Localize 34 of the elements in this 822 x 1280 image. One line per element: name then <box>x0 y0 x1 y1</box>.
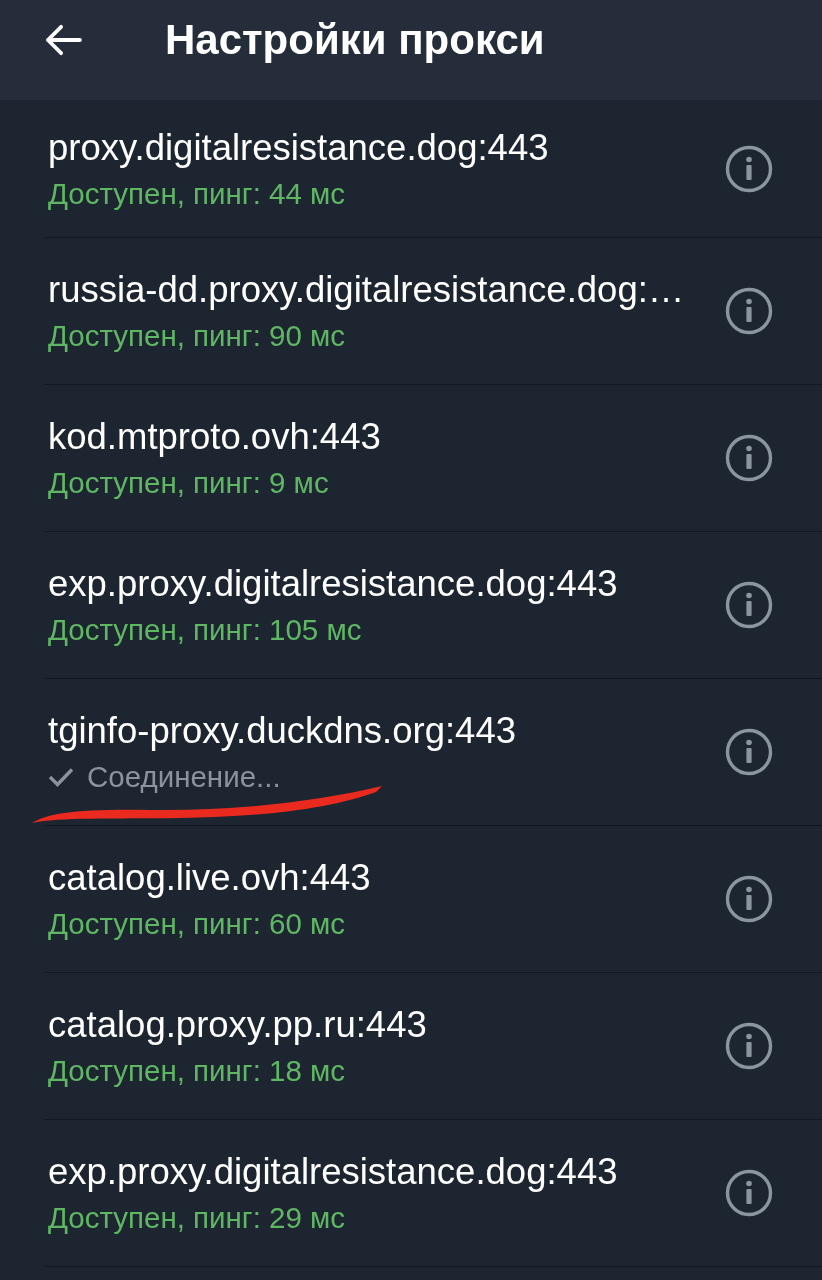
info-button[interactable] <box>724 1168 774 1218</box>
proxy-status: Доступен, пинг: 60 мс <box>48 907 346 941</box>
proxy-status: Соединение... <box>87 760 281 794</box>
proxy-status: Доступен, пинг: 18 мс <box>48 1054 346 1088</box>
info-button[interactable] <box>724 433 774 483</box>
info-icon <box>725 1022 773 1070</box>
proxy-address: exp.proxy.digitalresistance.dog:443 <box>48 563 618 605</box>
proxy-status: Доступен, пинг: 90 мс <box>48 319 346 353</box>
proxy-status: Доступен, пинг: 105 мс <box>48 613 362 647</box>
info-icon <box>725 144 773 193</box>
back-arrow-icon <box>44 24 82 56</box>
proxy-address: kod.mtproto.ovh:443 <box>48 416 381 458</box>
info-icon <box>725 434 773 482</box>
info-button[interactable] <box>724 286 774 336</box>
info-button[interactable] <box>724 874 774 924</box>
info-icon <box>725 287 773 335</box>
info-button[interactable] <box>724 580 774 630</box>
proxy-status: Доступен, пинг: 44 мс <box>48 176 346 211</box>
info-icon <box>725 581 773 629</box>
proxy-address: russia-dd.proxy.digitalresistance.dog:… <box>48 269 685 311</box>
proxy-address: catalog.proxy.pp.ru:443 <box>48 1004 427 1046</box>
proxy-status: Доступен, пинг: 9 мс <box>48 466 329 500</box>
info-icon <box>725 875 773 923</box>
proxy-address: tginfo-proxy.duckdns.org:443 <box>48 710 516 752</box>
info-button[interactable] <box>724 143 774 194</box>
proxy-address: exp.proxy.digitalresistance.dog:443 <box>48 1151 618 1193</box>
info-icon <box>725 1169 773 1217</box>
info-icon <box>725 728 773 776</box>
info-button[interactable] <box>724 1021 774 1071</box>
screen-title: Настройки прокси <box>165 16 545 64</box>
info-button[interactable] <box>724 727 774 777</box>
proxy-address: catalog.live.ovh:443 <box>48 857 371 899</box>
proxy-status: Доступен, пинг: 29 мс <box>48 1201 346 1235</box>
proxy-address: proxy.digitalresistance.dog:443 <box>48 126 549 169</box>
